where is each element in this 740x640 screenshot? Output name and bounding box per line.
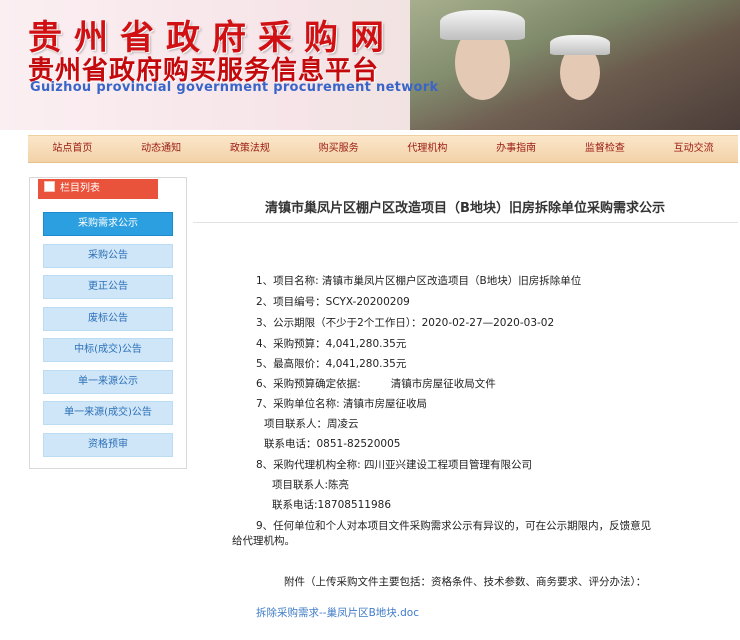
sidebar-heading: 栏目列表 xyxy=(38,179,158,199)
list-icon xyxy=(44,181,55,192)
banner-headdress xyxy=(440,10,525,40)
agency-contact-person: 项目联系人:陈亮 xyxy=(272,479,350,491)
site-title-english: Guizhou provincial government procuremen… xyxy=(30,80,439,95)
purchasing-unit: 7、采购单位名称: 清镇市房屋征收局 xyxy=(256,398,428,410)
banner-headdress xyxy=(550,35,610,55)
nav-item-guide[interactable]: 办事指南 xyxy=(472,136,561,162)
nav-item-notices[interactable]: 动态通知 xyxy=(117,136,206,162)
unit-contact-person: 项目联系人：周凌云 xyxy=(264,418,359,430)
sidebar-list: 采购需求公示 采购公告 更正公告 废标公告 中标(成交)公告 单一来源公示 单一… xyxy=(43,212,173,464)
max-price: 5、最高限价：4,041,280.35元 xyxy=(256,358,407,370)
nav-item-home[interactable]: 站点首页 xyxy=(28,136,117,162)
unit-contact-phone: 联系电话：0851-82520005 xyxy=(264,438,401,450)
nav-item-agencies[interactable]: 代理机构 xyxy=(383,136,472,162)
sidebar-item-demand-notice[interactable]: 采购需求公示 xyxy=(43,212,173,236)
sidebar-item-purchase-notice[interactable]: 采购公告 xyxy=(43,243,173,268)
project-number: 2、项目编号：SCYX-20200209 xyxy=(256,296,410,308)
nav-item-policies[interactable]: 政策法规 xyxy=(206,136,295,162)
sidebar-item-prequalification[interactable]: 资格预审 xyxy=(43,432,173,457)
sidebar-item-correction-notice[interactable]: 更正公告 xyxy=(43,275,173,299)
site-banner: 贵州省政府采购网 贵州省政府购买服务信息平台 Guizhou provincia… xyxy=(0,0,740,130)
agency-name: 8、采购代理机构全称: 四川亚兴建设工程项目管理有限公司 xyxy=(256,459,533,471)
agency-contact-phone: 联系电话:18708511986 xyxy=(272,499,392,511)
notice-period: 3、公示期限（不少于2个工作日）：2020-02-27—2020-03-02 xyxy=(256,317,555,329)
attachment-link[interactable]: 拆除采购需求--巢凤片区B地块.doc xyxy=(256,605,419,620)
sidebar-item-single-source-award[interactable]: 单一来源(成交)公告 xyxy=(43,401,173,425)
nav-item-purchase-services[interactable]: 购买服务 xyxy=(294,136,383,162)
title-divider xyxy=(193,222,738,223)
purchase-budget: 4、采购预算：4,041,280.35元 xyxy=(256,338,407,350)
sidebar-item-abandoned-notice[interactable]: 废标公告 xyxy=(43,306,173,331)
sidebar-item-award-notice[interactable]: 中标(成交)公告 xyxy=(43,338,173,362)
budget-basis: 6、采购预算确定依据: 清镇市房屋征收局文件 xyxy=(256,378,496,390)
sidebar-heading-label: 栏目列表 xyxy=(60,183,100,194)
objection-notice-continued: 给代理机构。 xyxy=(232,535,295,547)
main-nav: 站点首页 动态通知 政策法规 购买服务 代理机构 办事指南 监督检查 互动交流 xyxy=(28,135,738,163)
nav-item-supervision[interactable]: 监督检查 xyxy=(561,136,650,162)
objection-notice: 9、任何单位和个人对本项目文件采购需求公示有异议的，可在公示期限内，反馈意见 xyxy=(256,520,652,532)
sidebar: 栏目列表 采购需求公示 采购公告 更正公告 废标公告 中标(成交)公告 单一来源… xyxy=(29,177,187,469)
sidebar-item-single-source-notice[interactable]: 单一来源公示 xyxy=(43,369,173,394)
project-name: 1、项目名称: 清镇市巢凤片区棚户区改造项目（B地块）旧房拆除单位 xyxy=(256,275,582,287)
attachment-label: 附件（上传采购文件主要包括：资格条件、技术参数、商务要求、评分办法）： xyxy=(284,576,647,588)
article-title: 清镇市巢凤片区棚户区改造项目（B地块）旧房拆除单位采购需求公示 xyxy=(265,201,665,216)
nav-item-interaction[interactable]: 互动交流 xyxy=(649,136,738,162)
